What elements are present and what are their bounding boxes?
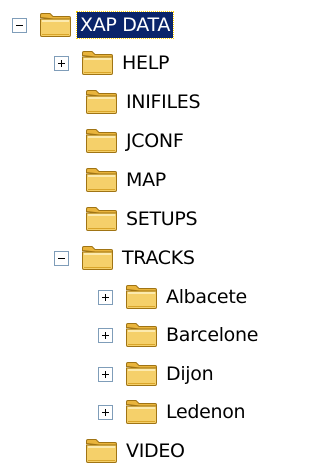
tree-item-label: MAP (126, 169, 166, 191)
tree-item-albacete[interactable]: Albacete (98, 280, 250, 314)
folder-tree: XAP DATA HELP INIFILES JCONF MAP SETUPS … (0, 0, 289, 472)
folder-icon (85, 89, 119, 115)
folder-icon (85, 206, 119, 232)
folder-icon (81, 50, 115, 76)
folder-icon (125, 322, 159, 348)
tree-item-help[interactable]: HELP (54, 46, 172, 80)
tree-item-barcelone[interactable]: Barcelone (98, 318, 261, 352)
tree-item-tracks[interactable]: TRACKS (54, 241, 198, 275)
tree-item-video[interactable]: VIDEO (85, 434, 188, 468)
tree-item-xap-data[interactable]: XAP DATA (12, 8, 175, 42)
folder-icon (81, 245, 115, 271)
tree-item-label: Ledenon (166, 401, 246, 423)
folder-icon (85, 167, 119, 193)
folder-icon (39, 12, 73, 38)
tree-item-setups[interactable]: SETUPS (85, 202, 200, 236)
tree-item-label: TRACKS (122, 247, 195, 269)
folder-icon (125, 399, 159, 425)
tree-item-jconf[interactable]: JCONF (85, 124, 186, 158)
expand-icon[interactable] (98, 289, 113, 305)
folder-icon (125, 284, 159, 310)
tree-item-label: HELP (122, 52, 170, 74)
expand-icon[interactable] (98, 327, 113, 343)
expand-icon[interactable] (54, 55, 69, 71)
tree-item-label: VIDEO (126, 440, 185, 462)
folder-icon (85, 128, 119, 154)
tree-item-label: Dijon (166, 363, 214, 385)
tree-item-inifiles[interactable]: INIFILES (85, 85, 203, 119)
tree-item-dijon[interactable]: Dijon (98, 357, 216, 391)
expand-icon[interactable] (98, 404, 113, 420)
tree-item-label: INIFILES (126, 91, 201, 113)
tree-item-map[interactable]: MAP (85, 163, 169, 197)
tree-item-label: XAP DATA (75, 11, 175, 39)
folder-icon (85, 438, 119, 464)
expand-icon[interactable] (98, 366, 113, 382)
tree-item-label: JCONF (126, 130, 184, 152)
tree-item-label: Barcelone (166, 324, 259, 346)
tree-item-ledenon[interactable]: Ledenon (98, 395, 248, 429)
collapse-icon[interactable] (54, 250, 69, 266)
collapse-icon[interactable] (12, 17, 27, 33)
folder-icon (125, 361, 159, 387)
tree-item-label: Albacete (166, 286, 247, 308)
tree-item-label: SETUPS (126, 208, 198, 230)
